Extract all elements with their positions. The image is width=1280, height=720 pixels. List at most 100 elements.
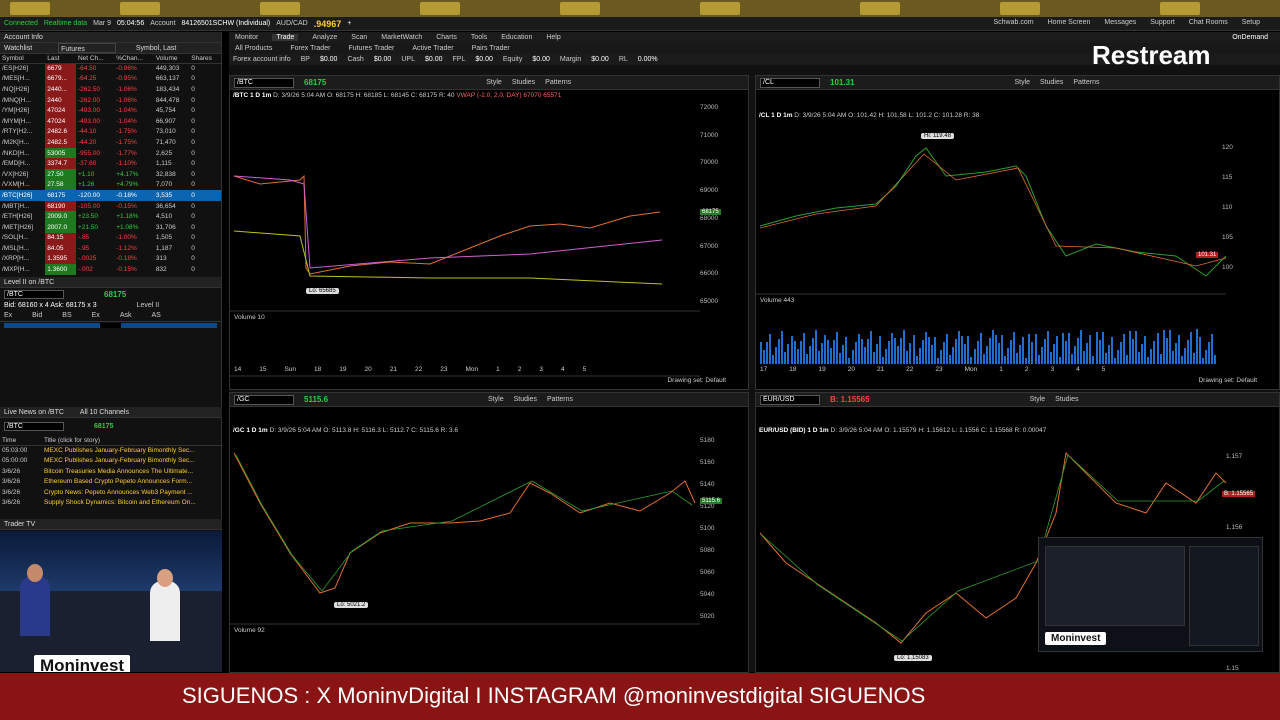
nav-tab-education[interactable]: Education	[501, 34, 532, 41]
watchlist-row[interactable]: /EMD[H... 3374.7 -37.60 -1.10% 1,115 0	[0, 158, 221, 169]
account-info-header[interactable]: Account Info	[0, 32, 221, 43]
news-row[interactable]: 05:03:00 MEXC Publishes January-February …	[0, 445, 221, 456]
wl-cell: +4.79%	[116, 181, 139, 189]
volume-bar	[827, 340, 830, 364]
nav-tab-help[interactable]: Help	[546, 34, 560, 41]
volume-bar	[863, 347, 866, 364]
watchlist-row[interactable]: /NQ[H26] 2440... -262.50 -1.06% 183,434 0	[0, 84, 221, 95]
nav-tab-marketwatch[interactable]: MarketWatch	[381, 34, 422, 41]
wl-cell: 2,625	[155, 149, 173, 157]
news-row[interactable]: 3/6/26 Supply Shock Dynamics: Bitcoin and…	[0, 498, 221, 509]
pair-price: .94967	[313, 18, 342, 29]
volume-bar	[1019, 345, 1022, 364]
gc-price-line-2	[235, 454, 693, 592]
ondemand-button[interactable]: OnDemand	[1232, 34, 1268, 41]
link-chat[interactable]: Chat Rooms	[1189, 19, 1228, 26]
news-row[interactable]: 3/6/26 Ethereum Based Crypto Pepeto Annou…	[0, 477, 221, 488]
news-headline[interactable]: MEXC Publishes January-February Bimonthl…	[42, 456, 221, 467]
news-row[interactable]: 3/6/26 Crypto News: Pepeto Announces Web3…	[0, 487, 221, 498]
news-channels[interactable]: All 10 Channels	[80, 407, 129, 417]
wl-cell: -1.12%	[116, 244, 137, 252]
watchlist-row[interactable]: /MBT[H... 68190 -105.00 -0.15% 36,654 0	[0, 200, 221, 212]
watchlist-row[interactable]: /ETH[H26] 2009.0 +23.50 +1.18% 4,510 0	[0, 211, 221, 222]
wl-col-4[interactable]: Volume	[153, 54, 190, 64]
watchlist-row[interactable]: /YM[H26] 47024 -493.00 -1.04% 45,754 0	[0, 105, 221, 116]
watchlist-row[interactable]: /ES[H26] 6679 -64.50 -0.96% 449,303 0	[0, 63, 221, 74]
drawing-set-cl[interactable]: Drawing set: Default	[1198, 377, 1257, 384]
volume-bar	[833, 340, 836, 364]
news-headline[interactable]: Supply Shock Dynamics: Bitcoin and Ether…	[42, 498, 221, 509]
watchlist-row[interactable]: /MNQ[H... 2440 -262.00 -1.06% 844,478 0	[0, 94, 221, 106]
watchlist-row[interactable]: /SOL[H... 84.15 -.85 -1.00% 1,505 0	[0, 232, 221, 244]
wl-cell: -0.96%	[116, 65, 137, 73]
wl-cell: 53005	[45, 147, 76, 159]
news-headline[interactable]: Ethereum Based Crypto Pepeto Announces F…	[42, 477, 221, 488]
volume-bar	[943, 342, 945, 364]
nav-tab-analyze[interactable]: Analyze	[312, 34, 337, 41]
watchlist-row[interactable]: /MYM[H... 47024 -493.00 -1.04% 66,907 0	[0, 115, 221, 127]
wl-cell: 66,907	[155, 117, 176, 125]
account-select[interactable]: 84126501SCHW (Individual)	[182, 20, 271, 27]
volume-bar	[860, 339, 863, 364]
watchlist-row[interactable]: /M2K[H... 2482.5 -44.20 -1.75% 71,470 0	[0, 137, 221, 148]
add-icon[interactable]: +	[347, 20, 351, 27]
price-tag-btc: 68175	[700, 209, 721, 215]
wl-col-1[interactable]: Last	[45, 54, 76, 64]
nav-tab-monitor[interactable]: Monitor	[235, 34, 258, 41]
news-headline[interactable]: Bitcoin Treasuries Media Announces The U…	[42, 466, 221, 477]
volume-bar	[802, 333, 805, 364]
wl-col-0[interactable]: Symbol	[0, 54, 46, 64]
subtab-1[interactable]: Forex Trader	[290, 45, 330, 52]
watchlist-row[interactable]: /MXP[H... 1.3600 -.002 -0.15% 832 0	[0, 264, 221, 275]
nav-tab-tools[interactable]: Tools	[471, 34, 487, 41]
chart-gc[interactable]: /GC 5115.6 Style Studies Patterns /GC 1 …	[229, 392, 749, 673]
wl-col-5[interactable]: Shares	[189, 54, 221, 64]
subtab-4[interactable]: Pairs Trader	[472, 45, 510, 52]
watchlist-select[interactable]: Futures	[58, 43, 116, 53]
wl-col-2[interactable]: Net Ch...	[75, 54, 115, 64]
col-ask: Ask	[119, 311, 132, 319]
watchlist-row[interactable]: /XRP[H... 1.3595 -.0025 -0.18% 313 0	[0, 253, 221, 265]
volume-bar	[1104, 353, 1107, 364]
watchlist-row[interactable]: /MES[H... 6679... -64.25 -0.95% 663,137 0	[0, 73, 221, 85]
subtab-3[interactable]: Active Trader	[412, 45, 453, 52]
link-schwab[interactable]: Schwab.com	[993, 19, 1033, 26]
wl-cell: 2007.0	[45, 221, 76, 233]
volume-bar	[894, 338, 897, 364]
chart-btc[interactable]: /BTC 68175 Style Studies Patterns /BTC 1…	[229, 75, 749, 390]
news-headline[interactable]: MEXC Publishes January-February Bimonthl…	[42, 445, 221, 456]
watchlist-row[interactable]: /BTC[H26] 68175 -120.00 -0.18% 3,535 0	[0, 190, 221, 201]
link-home[interactable]: Home Screen	[1048, 19, 1091, 26]
link-support[interactable]: Support	[1150, 19, 1175, 26]
volume-bar	[793, 341, 796, 364]
volume-bar	[1190, 332, 1193, 364]
watchlist-row[interactable]: /VX[H26] 27.50 +1.10 +4.17% 32,838 0	[0, 168, 221, 180]
wl-cell: 0	[191, 170, 195, 178]
volume-bar	[857, 334, 860, 364]
subtab-0[interactable]: All Products	[235, 45, 272, 52]
pair-label[interactable]: AUD/CAD	[276, 20, 308, 27]
subtab-2[interactable]: Futures Trader	[348, 45, 394, 52]
watchlist-row[interactable]: /NKD[H... 53005 -955.00 -1.77% 2,625 0	[0, 147, 221, 159]
time-tick: 4	[560, 366, 565, 373]
acct-item-10: $0.00	[532, 56, 550, 63]
nav-tab-scan[interactable]: Scan	[351, 34, 367, 41]
wl-col-3[interactable]: %Chan...	[114, 54, 154, 64]
link-setup[interactable]: Setup	[1242, 19, 1260, 26]
chart-cl[interactable]: /CL 101.31 Style Studies Patterns /CL 1 …	[755, 75, 1280, 390]
news-symbol-input[interactable]: /BTC	[4, 421, 64, 431]
nav-tab-trade[interactable]: Trade	[272, 34, 299, 41]
news-row[interactable]: 05:00:00 MEXC Publishes January-February …	[0, 456, 221, 467]
watchlist-row[interactable]: /MET[H26] 2007.0 +21.50 +1.08% 31,706 0	[0, 221, 221, 233]
wl-cell: 0	[191, 75, 195, 83]
link-messages[interactable]: Messages	[1104, 19, 1136, 26]
nav-tab-charts[interactable]: Charts	[436, 34, 457, 41]
news-row[interactable]: 3/6/26 Bitcoin Treasuries Media Announces…	[0, 466, 221, 477]
news-headline[interactable]: Crypto News: Pepeto Announces Web3 Payme…	[42, 487, 221, 498]
watchlist-row[interactable]: /RTY[H2... 2482.6 -44.10 -1.75% 73,010 0	[0, 126, 221, 138]
watchlist-row[interactable]: /MSL[H... 84.05 -.95 -1.12% 1,187 0	[0, 243, 221, 254]
drawing-set-btc[interactable]: Drawing set: Default	[667, 377, 726, 384]
level2-symbol-input[interactable]: /BTC	[4, 290, 64, 300]
watchlist-row[interactable]: /VXM[H... 27.58 +1.26 +4.79% 7,070 0	[0, 179, 221, 191]
wl-cell: 0	[191, 213, 195, 221]
